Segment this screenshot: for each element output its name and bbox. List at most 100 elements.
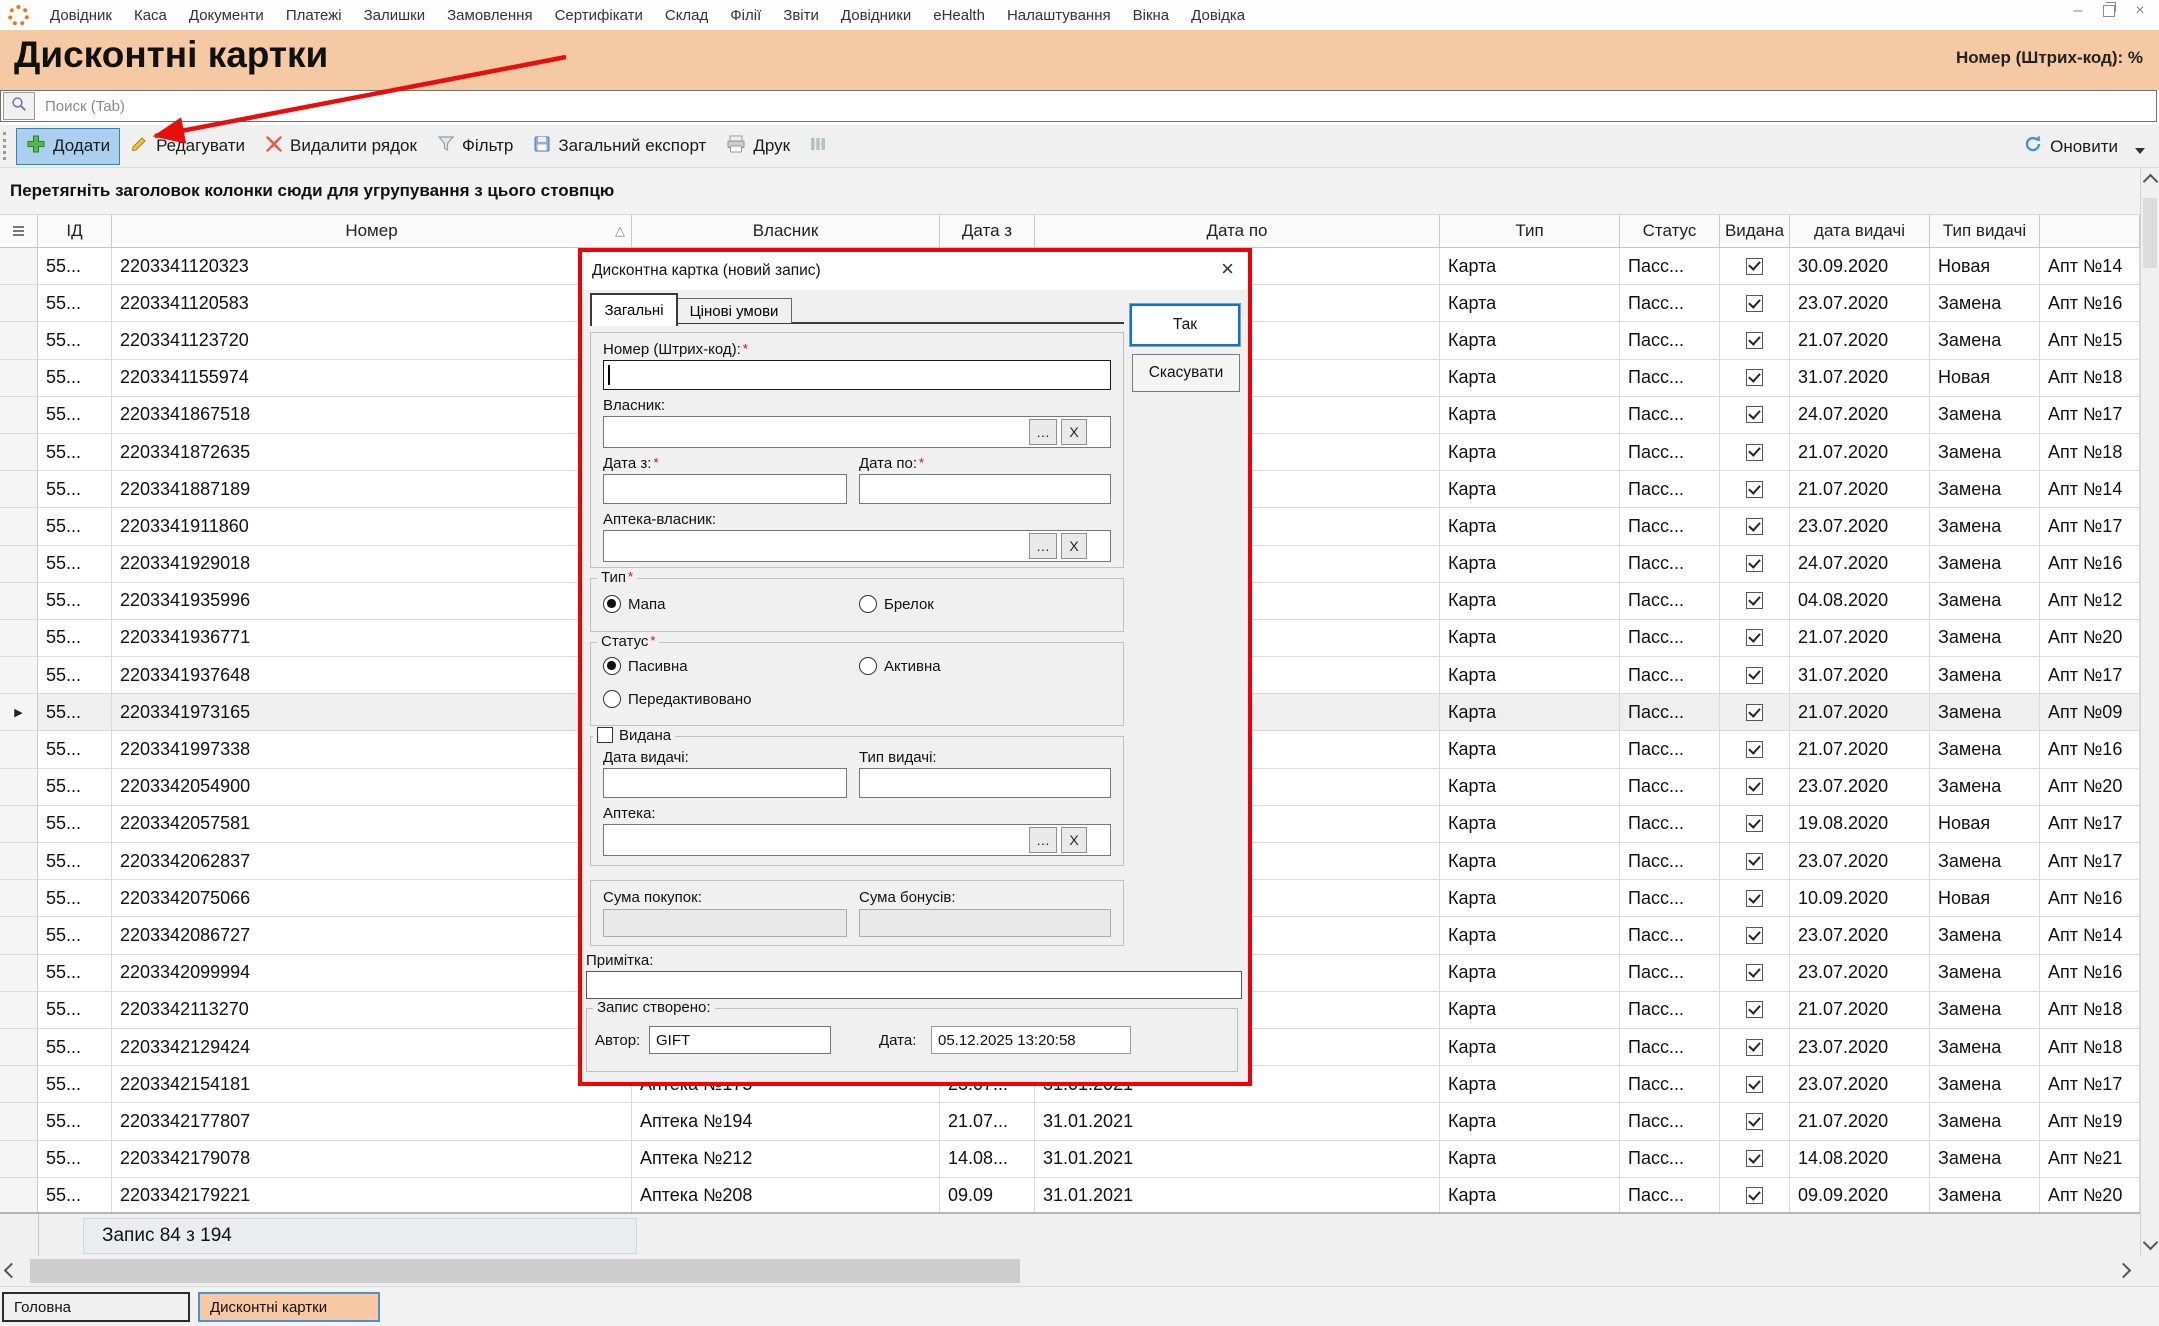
vertical-scrollbar-thumb[interactable]	[2143, 198, 2157, 268]
author-value: GIFT	[649, 1026, 831, 1054]
scroll-down-icon[interactable]	[2143, 1235, 2159, 1251]
header-issue-pharmacy[interactable]	[2040, 215, 2140, 247]
menu-item[interactable]: Сертифікати	[544, 7, 654, 24]
menu-item[interactable]: Налаштування	[996, 7, 1122, 24]
note-input[interactable]	[586, 971, 1242, 999]
radio-pasyvna[interactable]: Пасивна	[603, 657, 688, 675]
date-to-combo[interactable]	[859, 474, 1111, 504]
cell-issue-date: 23.07.2020	[1790, 285, 1930, 321]
header-date-from[interactable]: Дата з	[940, 215, 1035, 247]
pharmacy-owner-clear-button[interactable]: X	[1061, 533, 1087, 559]
search-button[interactable]	[3, 92, 35, 120]
cancel-button[interactable]: Скасувати	[1132, 354, 1240, 392]
bottom-tabs-bar: Головна Дисконтні картки	[0, 1286, 2159, 1326]
menu-item[interactable]: Документи	[178, 7, 275, 24]
scroll-right-icon[interactable]	[2116, 1263, 2132, 1279]
menu-item[interactable]: Склад	[654, 7, 719, 24]
restore-button[interactable]	[2103, 5, 2115, 17]
horizontal-scrollbar-thumb[interactable]	[30, 1259, 1020, 1283]
print-button-label: Друк	[753, 136, 790, 156]
owner-lookup-button[interactable]: …	[1029, 419, 1057, 445]
tab-holovna[interactable]: Головна	[2, 1292, 190, 1322]
header-issued[interactable]: Видана	[1720, 215, 1790, 247]
ok-button[interactable]: Так	[1130, 304, 1240, 346]
header-issue-date[interactable]: дата видачі	[1790, 215, 1930, 247]
issued-checkbox[interactable]	[597, 727, 613, 743]
cell-issue-date: 23.07.2020	[1790, 769, 1930, 805]
cell-pharmacy: Апт №09	[2040, 694, 2140, 730]
issue-date-combo[interactable]	[603, 768, 847, 798]
owner-clear-button[interactable]: X	[1061, 419, 1087, 445]
minimize-button[interactable]: –	[2069, 2, 2087, 20]
pharmacy-owner-lookup-button[interactable]: …	[1029, 533, 1057, 559]
issued-checkbox-row[interactable]: Видана	[593, 727, 675, 744]
cell-id: 55...	[38, 360, 112, 396]
radio-brelok[interactable]: Брелок	[859, 595, 934, 613]
scroll-up-icon[interactable]	[2143, 174, 2159, 190]
cell-status: Пасс...	[1620, 955, 1720, 991]
add-button[interactable]: Додати	[16, 128, 120, 165]
menu-item[interactable]: Довідник	[39, 7, 123, 24]
cell-pharmacy: Апт №17	[2040, 508, 2140, 544]
delete-row-button[interactable]: Видалити рядок	[255, 129, 427, 164]
pharmacy-lookup-button[interactable]: …	[1029, 827, 1057, 853]
cell-pharmacy: Апт №18	[2040, 360, 2140, 396]
header-owner[interactable]: Власник	[632, 215, 940, 247]
type-legend: Тип*	[597, 569, 637, 586]
radio-mapa[interactable]: Мапа	[603, 595, 665, 613]
print-button[interactable]: Друк	[716, 129, 800, 164]
scroll-left-icon[interactable]	[4, 1263, 20, 1279]
table-row[interactable]: 55...2203342177807Аптека №19421.07...31.…	[0, 1103, 2140, 1140]
header-date-to[interactable]: Дата по	[1035, 215, 1440, 247]
menu-item[interactable]: eHealth	[922, 7, 996, 24]
dialog-tab-zahalni[interactable]: Загальні	[590, 293, 678, 326]
pencil-icon	[130, 134, 149, 158]
radio-aktyvna[interactable]: Активна	[859, 657, 941, 675]
close-button[interactable]: ×	[2131, 2, 2149, 20]
menu-item[interactable]: Довідники	[830, 7, 922, 24]
table-row[interactable]: 55...2203342179221Аптека №20809.0931.01.…	[0, 1178, 2140, 1212]
issue-type-combo[interactable]	[859, 768, 1111, 798]
search-icon	[11, 96, 27, 117]
header-id[interactable]: ІД	[38, 215, 112, 247]
cell-issued	[1720, 508, 1790, 544]
menu-item[interactable]: Каса	[123, 7, 178, 24]
refresh-dropdown-caret[interactable]	[2135, 148, 2145, 154]
date-from-combo[interactable]	[603, 474, 847, 504]
dialog-close-icon[interactable]: ×	[1221, 258, 1234, 280]
toolbar-grip[interactable]	[3, 132, 10, 160]
refresh-button[interactable]: Оновити	[2013, 128, 2128, 165]
radio-peredaktyvovano[interactable]: Передактивовано	[603, 690, 751, 708]
header-issue-type[interactable]: Тип видачі	[1930, 215, 2040, 247]
pharmacy-owner-label: Аптека-власник:	[603, 511, 716, 528]
edit-button[interactable]: Редагувати	[120, 128, 255, 164]
export-button[interactable]: Загальний експорт	[523, 129, 716, 164]
cell-id: 55...	[38, 769, 112, 805]
header-type[interactable]: Тип	[1440, 215, 1620, 247]
menu-item[interactable]: Філії	[719, 7, 772, 24]
cell-issued	[1720, 806, 1790, 842]
header-status[interactable]: Статус	[1620, 215, 1720, 247]
menu-item[interactable]: Вікна	[1122, 7, 1181, 24]
row-marker	[0, 1066, 38, 1102]
menu-item[interactable]: Звіти	[772, 7, 830, 24]
menu-item[interactable]: Платежі	[275, 7, 353, 24]
row-marker	[0, 731, 38, 767]
menu-item[interactable]: Довідка	[1180, 7, 1256, 24]
dialog-tab-tsinovi-umovy[interactable]: Цінові умови	[676, 298, 792, 323]
tab-dyskontni-kartky[interactable]: Дисконтні картки	[198, 1292, 380, 1322]
cell-id: 55...	[38, 620, 112, 656]
cell-pharmacy: Апт №20	[2040, 1178, 2140, 1212]
header-number[interactable]: Номер△	[112, 215, 632, 247]
menu-item[interactable]: Залишки	[353, 7, 437, 24]
filter-button[interactable]: Фільтр	[427, 129, 523, 164]
pharmacy-clear-button[interactable]: X	[1061, 827, 1087, 853]
menu-item[interactable]: Замовлення	[436, 7, 543, 24]
horizontal-scrollbar[interactable]	[0, 1256, 2159, 1286]
table-row[interactable]: 55...2203342179078Аптека №21214.08...31.…	[0, 1141, 2140, 1178]
issued-checkbox	[1746, 1187, 1763, 1204]
vertical-scrollbar[interactable]	[2140, 168, 2159, 1256]
search-input[interactable]	[43, 97, 1847, 116]
number-input[interactable]	[603, 360, 1111, 390]
columns-button[interactable]	[800, 130, 836, 163]
